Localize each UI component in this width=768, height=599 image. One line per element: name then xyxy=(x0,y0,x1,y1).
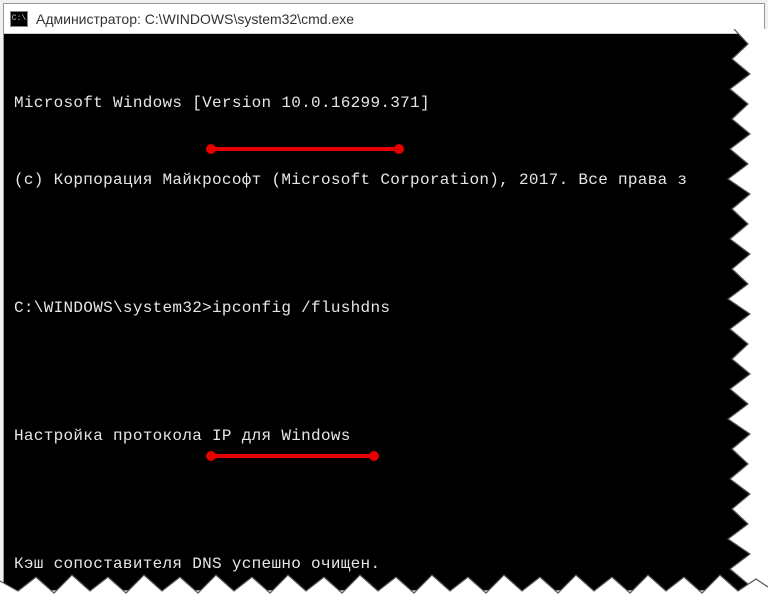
output-line: Microsoft Windows [Version 10.0.16299.37… xyxy=(14,91,756,117)
command-line: C:\WINDOWS\system32>ipconfig /flushdns xyxy=(14,296,756,322)
output-line: (c) Корпорация Майкрософт (Microsoft Cor… xyxy=(14,168,756,194)
cmd-icon: C:\ xyxy=(10,11,28,27)
window-titlebar[interactable]: C:\ Администратор: C:\WINDOWS\system32\c… xyxy=(4,4,764,34)
output-line: Кэш сопоставителя DNS успешно очищен. xyxy=(14,552,756,578)
highlight-underline xyxy=(210,454,375,458)
terminal-output[interactable]: Microsoft Windows [Version 10.0.16299.37… xyxy=(4,34,764,590)
cmd-window: C:\ Администратор: C:\WINDOWS\system32\c… xyxy=(3,3,765,591)
highlight-underline xyxy=(210,147,400,151)
output-line: Настройка протокола IP для Windows xyxy=(14,424,756,450)
window-title: Администратор: C:\WINDOWS\system32\cmd.e… xyxy=(36,11,354,27)
